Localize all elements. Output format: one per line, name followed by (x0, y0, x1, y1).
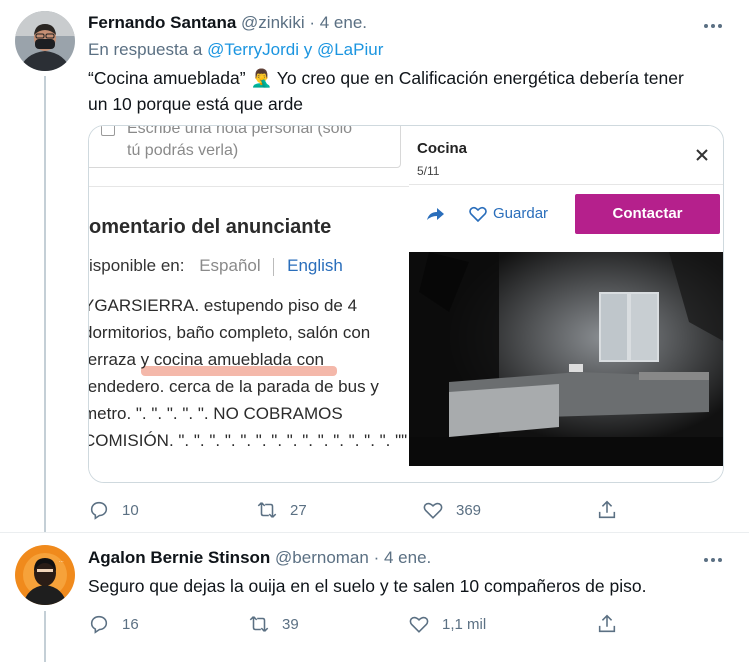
listing-line: dormitorios, baño completo, salón con (89, 323, 371, 342)
close-icon (695, 148, 709, 167)
language-spanish: Español (199, 256, 261, 275)
language-row: isponible en: Español English (89, 256, 343, 276)
tweet-actions: 16 39 1,1 mil (88, 609, 648, 639)
like-button[interactable]: 369 (422, 495, 481, 525)
save-label: Guardar (493, 205, 549, 222)
separator: · (309, 13, 315, 32)
listing-line: tendedero. cerca de la parada de bus y (89, 377, 379, 396)
share-icon (598, 500, 616, 519)
screenshot-listing-text: Escribe una nota personal (solo tú podrá… (89, 126, 409, 482)
listing-line: YGARSIERRA. estupendo piso de 4 (89, 296, 358, 315)
kitchen-photo (409, 252, 723, 466)
reply-prefix: En respuesta a (88, 40, 203, 59)
note-placeholder-line: Escribe una nota personal (solo (127, 126, 353, 137)
arrow-share-icon (425, 206, 445, 227)
thread-line (44, 76, 46, 532)
more-icon[interactable] (701, 550, 725, 570)
tweet-date[interactable]: 4 ene. (384, 548, 431, 567)
tweet-fernando[interactable]: Fernando Santana @zinkiki · 4 ene. En re… (0, 0, 749, 532)
retweet-button[interactable]: 39 (248, 609, 299, 639)
retweet-icon (257, 502, 277, 518)
tweet-actions: 10 27 369 (88, 495, 648, 525)
reply-icon (90, 615, 108, 634)
mention-link[interactable]: @TerryJordi (207, 40, 299, 59)
retweet-icon (249, 616, 269, 632)
thread-line (44, 611, 46, 662)
tweet-agalon[interactable]: ⋯ Agalon Bernie Stinson @bernoman · 4 en… (0, 532, 749, 662)
share-button[interactable] (596, 609, 630, 639)
share-icon (598, 614, 616, 633)
reply-icon (90, 501, 108, 520)
contact-label: Contactar (612, 205, 683, 222)
tweet-media[interactable]: Escribe una nota personal (solo tú podrá… (88, 125, 724, 483)
share-button[interactable] (596, 495, 630, 525)
language-label: isponible en: (89, 256, 185, 275)
tweet-text-line: un 10 porque está que arde (88, 94, 304, 114)
reply-count: 16 (122, 615, 139, 633)
retweet-button[interactable]: 27 (256, 495, 307, 525)
mention-conjunction: y (303, 40, 313, 59)
note-placeholder-line: tú podrás verla) (127, 142, 239, 159)
tweet-date[interactable]: 4 ene. (320, 13, 367, 32)
tweet-header: Agalon Bernie Stinson @bernoman · 4 ene. (88, 548, 431, 568)
more-icon[interactable] (701, 16, 725, 36)
listing-body: YGARSIERRA. estupendo piso de 4 dormitor… (89, 292, 407, 454)
heart-outline-icon (469, 206, 487, 227)
language-separator (273, 257, 275, 276)
reply-button[interactable]: 16 (88, 609, 139, 639)
listing-line: terraza y cocina amueblada con (89, 350, 324, 369)
listing-line: metro. ". ". ". ". ". NO COBRAMOS (89, 404, 343, 423)
tweet-text-line: Seguro que dejas la ouija en el suelo y … (88, 576, 647, 596)
contact-button: Contactar (575, 194, 720, 234)
author-name[interactable]: Agalon Bernie Stinson (88, 548, 270, 567)
like-count: 369 (456, 501, 482, 519)
note-icon (101, 126, 115, 136)
like-button[interactable]: 1,1 mil (408, 609, 486, 639)
avatar[interactable]: ⋯ (15, 545, 75, 605)
author-handle[interactable]: @bernoman (275, 548, 369, 567)
viewer-divider (409, 184, 723, 185)
divider (89, 186, 409, 187)
viewer-title: Cocina (417, 140, 468, 157)
tweet-text-line: “Cocina amueblada” 🤦‍♂️ Yo creo que en C… (88, 68, 684, 88)
retweet-count: 27 (290, 501, 307, 519)
viewer-counter: 5/11 (417, 164, 440, 178)
like-count: 1,1 mil (442, 615, 487, 633)
svg-text:⋯: ⋯ (59, 559, 64, 565)
language-english: English (287, 256, 343, 275)
mention-link[interactable]: @LaPiur (317, 40, 383, 59)
author-handle[interactable]: @zinkiki (241, 13, 305, 32)
reply-context: En respuesta a @TerryJordi y @LaPiur (88, 40, 383, 60)
listing-line: COMISIÓN. ". ". ". ". ". ". ". ". ". ". … (89, 431, 408, 450)
retweet-count: 39 (282, 615, 299, 633)
listing-heading: omentario del anunciante (89, 216, 332, 238)
reply-button[interactable]: 10 (88, 495, 139, 525)
like-icon (423, 502, 443, 519)
tweet-header: Fernando Santana @zinkiki · 4 ene. (88, 13, 367, 33)
screenshot-photo-viewer: Cocina 5/11 Guardar Contactar (409, 126, 723, 482)
avatar[interactable] (15, 11, 75, 71)
author-name[interactable]: Fernando Santana (88, 13, 236, 32)
like-icon (409, 616, 429, 633)
tweet-text: Seguro que dejas la ouija en el suelo y … (88, 573, 738, 599)
separator: · (373, 548, 380, 567)
tweet-text: “Cocina amueblada” 🤦‍♂️ Yo creo que en C… (88, 65, 738, 117)
reply-count: 10 (122, 501, 139, 519)
